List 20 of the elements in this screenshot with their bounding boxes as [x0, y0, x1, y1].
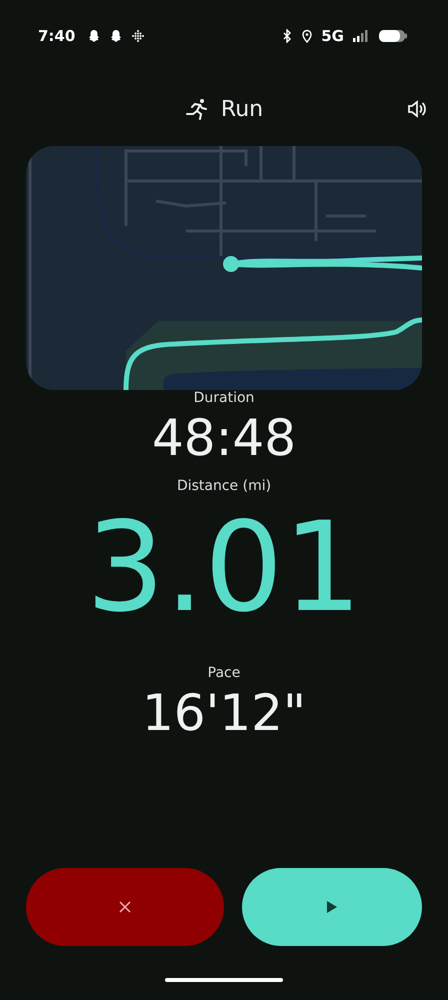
play-icon	[327, 901, 337, 913]
dots-grid-icon	[131, 29, 146, 43]
ghost-icon	[87, 29, 102, 43]
screen-title: Run	[220, 96, 264, 122]
battery-icon	[378, 28, 408, 44]
bluetooth-icon	[281, 29, 294, 43]
stat-label: Distance (mi)	[176, 478, 272, 494]
stat-value: 3.01	[86, 495, 362, 642]
stat-label: Duration	[194, 390, 254, 406]
ghost-icon	[109, 29, 124, 43]
runner-icon	[184, 98, 209, 120]
stat-value: 48:48	[152, 408, 296, 468]
signal-icon	[352, 29, 370, 43]
stat-value: 16'12"	[142, 682, 306, 743]
status-time: 7:40	[38, 27, 76, 45]
stat-label: Pace	[208, 664, 240, 681]
speaker-icon[interactable]	[406, 99, 428, 119]
network-type: 5G	[321, 27, 344, 45]
location-pin-icon	[301, 29, 314, 43]
close-icon	[119, 901, 131, 913]
